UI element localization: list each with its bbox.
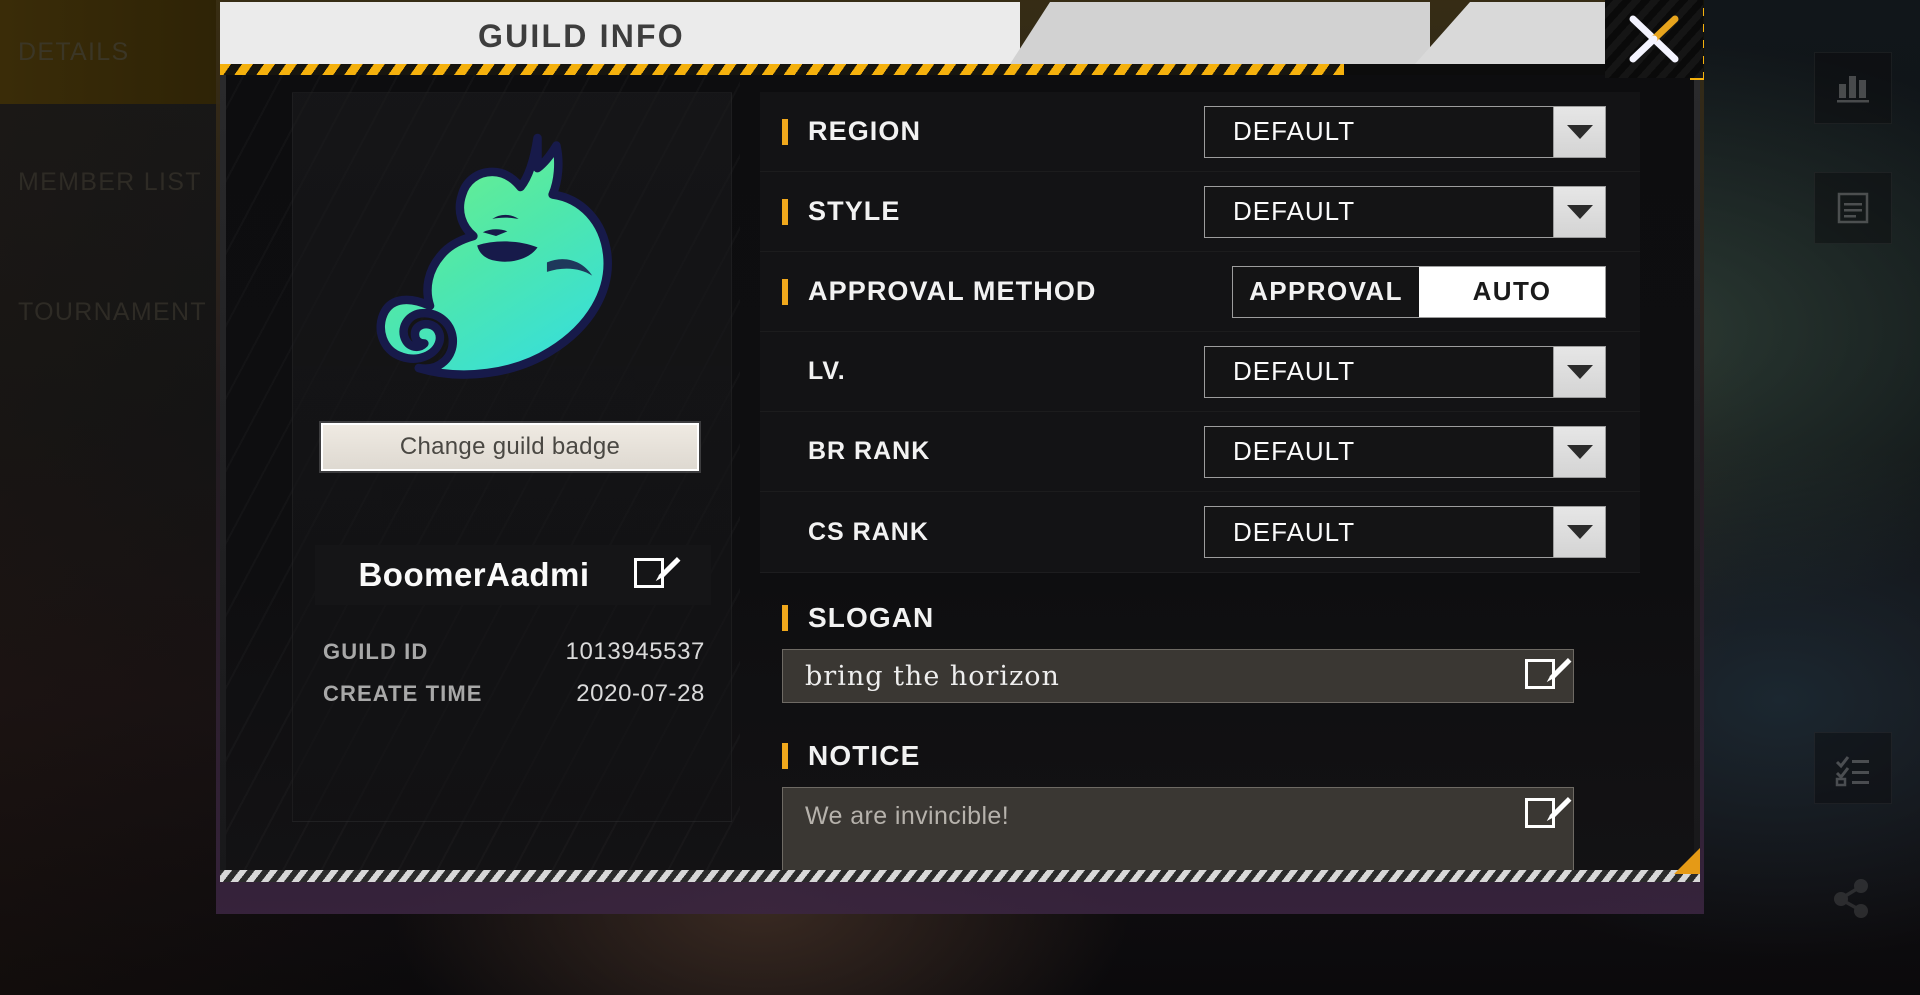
br-rank-dropdown-value[interactable]: DEFAULT (1204, 425, 1554, 478)
setting-label: LV. (808, 357, 846, 385)
share-icon[interactable] (1814, 862, 1892, 934)
accent-bar (782, 605, 788, 631)
setting-row-region: REGION DEFAULT (760, 92, 1640, 172)
sidebar-item-label: TOURNAMENT (18, 297, 207, 326)
guild-badge-art (376, 133, 612, 379)
region-dropdown[interactable]: DEFAULT (1204, 105, 1606, 158)
setting-label: APPROVAL METHOD (808, 276, 1097, 306)
accent-bar (782, 198, 788, 225)
notice-value: We are invincible! (805, 802, 1010, 830)
slogan-section: SLOGAN bring the horizon (760, 587, 1640, 703)
cs-rank-dropdown-value[interactable]: DEFAULT (1204, 506, 1554, 558)
slogan-label: SLOGAN (808, 602, 935, 633)
setting-row-style: STYLE DEFAULT (760, 172, 1640, 252)
stats-icon[interactable] (1814, 52, 1892, 124)
meta-key: CREATE TIME (323, 681, 483, 706)
br-rank-dropdown[interactable]: DEFAULT (1204, 425, 1606, 478)
dialog-header (220, 0, 1610, 70)
edit-pencil-icon (1525, 797, 1572, 832)
lv-dropdown[interactable]: DEFAULT (1204, 345, 1606, 398)
guild-sidebar: DETAILS MEMBER LIST TOURNAMENT (0, 0, 222, 995)
dialog-body: Change guild badge BoomerAadmi GUILD ID … (220, 70, 1700, 882)
slogan-header: SLOGAN (760, 587, 1640, 649)
notice-header: NOTICE (760, 725, 1640, 787)
sidebar-item-details[interactable]: DETAILS (0, 0, 222, 104)
setting-row-br-rank: BR RANK DEFAULT (760, 412, 1640, 492)
approval-option-auto[interactable]: AUTO (1419, 266, 1605, 317)
change-guild-badge-button[interactable]: Change guild badge (321, 423, 699, 471)
chevron-down-icon[interactable] (1554, 105, 1606, 158)
page-title: GUILD INFO (478, 18, 685, 54)
guild-meta-list: GUILD ID 1013945537 CREATE TIME 2020-07-… (323, 638, 705, 722)
setting-row-approval-method: APPROVAL METHOD APPROVAL AUTO (760, 252, 1640, 332)
edit-pencil-icon (1525, 658, 1572, 693)
sidebar-item-label: DETAILS (18, 37, 130, 66)
guild-badge[interactable] (293, 103, 733, 403)
accent-bar (782, 118, 788, 145)
meta-value: 1013945537 (565, 638, 705, 665)
approval-method-toggle[interactable]: APPROVAL AUTO (1232, 265, 1606, 318)
setting-label: STYLE (808, 196, 901, 226)
style-dropdown[interactable]: DEFAULT (1204, 185, 1606, 238)
sidebar-item-label: MEMBER LIST (18, 167, 202, 196)
setting-row-lv: LV. DEFAULT (760, 332, 1640, 412)
guild-settings-panel: REGION DEFAULT STYLE DEFAULT APPROVAL ME… (760, 92, 1640, 882)
chevron-down-icon[interactable] (1554, 345, 1606, 398)
hazard-stripe (220, 64, 1344, 75)
change-guild-badge-label: Change guild badge (399, 433, 621, 460)
body-edge-left (220, 70, 226, 882)
meta-row-create-time: CREATE TIME 2020-07-28 (323, 680, 705, 708)
slogan-value: bring the horizon (805, 660, 1060, 692)
header-plate-mid (1010, 2, 1430, 64)
close-icon[interactable] (1605, 0, 1703, 78)
notice-section: NOTICE We are invincible! (760, 725, 1640, 882)
bottom-hazard-stripe (220, 870, 1700, 882)
style-dropdown-value[interactable]: DEFAULT (1204, 185, 1554, 238)
cs-rank-dropdown[interactable]: DEFAULT (1204, 506, 1606, 558)
notice-label: NOTICE (808, 740, 921, 771)
slogan-field[interactable]: bring the horizon (782, 649, 1574, 703)
hazard-stripe-tail (1344, 64, 1605, 75)
meta-key: GUILD ID (323, 639, 429, 664)
guild-info-dialog: GUILD INFO Change guild badge BoomerAadm… (216, 0, 1704, 914)
accent-bar (782, 278, 788, 305)
approval-option-approval[interactable]: APPROVAL (1233, 266, 1419, 317)
accent-bar (782, 743, 788, 769)
setting-label: REGION (808, 116, 922, 146)
chevron-down-icon[interactable] (1554, 185, 1606, 238)
notice-field[interactable]: We are invincible! (782, 787, 1574, 882)
setting-label: BR RANK (808, 437, 931, 465)
guild-name: BoomerAadmi (358, 556, 590, 593)
edit-notice-button[interactable] (1511, 788, 1573, 842)
lv-dropdown-value[interactable]: DEFAULT (1204, 345, 1554, 398)
checklist-icon[interactable] (1814, 732, 1892, 804)
guild-name-row: BoomerAadmi (315, 545, 711, 605)
edit-slogan-button[interactable] (1511, 650, 1573, 702)
sidebar-item-member-list[interactable]: MEMBER LIST (0, 130, 222, 234)
chevron-down-icon[interactable] (1554, 506, 1606, 558)
settings-group-basic: REGION DEFAULT STYLE DEFAULT APPROVAL ME… (760, 92, 1640, 573)
region-dropdown-value[interactable]: DEFAULT (1204, 105, 1554, 158)
header-plate-right (1415, 2, 1610, 64)
body-edge-right (1694, 70, 1700, 882)
setting-row-cs-rank: CS RANK DEFAULT (760, 492, 1640, 572)
chevron-down-icon[interactable] (1554, 425, 1606, 478)
right-icon-rail (1790, 0, 1920, 995)
guild-identity-panel: Change guild badge BoomerAadmi GUILD ID … (292, 92, 732, 822)
sidebar-item-tournament[interactable]: TOURNAMENT (0, 260, 222, 364)
setting-label: CS RANK (808, 517, 929, 546)
document-icon[interactable] (1814, 172, 1892, 244)
corner-accent (1674, 848, 1700, 874)
meta-row-guild-id: GUILD ID 1013945537 (323, 638, 705, 666)
edit-guild-name-icon[interactable] (633, 557, 680, 592)
meta-value: 2020-07-28 (576, 680, 705, 707)
